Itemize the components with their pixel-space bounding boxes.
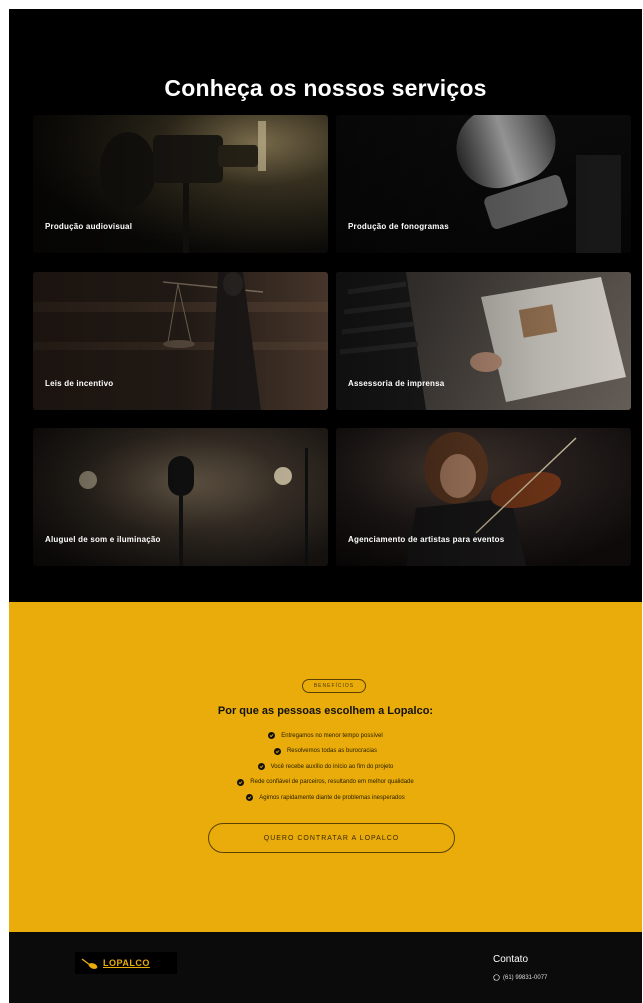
- benefits-badge: BENEFÍCIOS: [302, 679, 366, 693]
- service-card-audiovisual[interactable]: Produção audiovisual: [33, 115, 328, 253]
- service-card-leis-incentivo[interactable]: Leis de incentivo: [33, 272, 328, 410]
- check-circle-icon: [237, 778, 245, 786]
- list-item: Agimos rapidamente diante de problemas i…: [9, 790, 642, 806]
- guitar-logo-icon: [81, 958, 98, 969]
- footer: LOPALCO Contato (61) 99831-0077: [9, 932, 642, 1003]
- service-card-label: Agenciamento de artistas para eventos: [348, 535, 505, 544]
- benefit-text: Você recebe auxílio do início ao fim do …: [270, 763, 394, 770]
- service-card-label: Produção de fonogramas: [348, 222, 449, 231]
- benefit-text: Resolvemos todas as burocracias: [286, 748, 378, 755]
- benefit-text: Rede confiável de parceiros, resultando …: [250, 779, 414, 786]
- benefits-title: Por que as pessoas escolhem a Lopalco:: [217, 705, 434, 717]
- service-card-fonogramas[interactable]: Produção de fonogramas: [336, 115, 631, 253]
- list-item: Rede confiável de parceiros, resultando …: [9, 775, 642, 791]
- lopalco-logo[interactable]: LOPALCO: [75, 952, 177, 974]
- service-card-label: Assessoria de imprensa: [348, 379, 445, 388]
- service-card-label: Leis de incentivo: [45, 379, 114, 388]
- benefit-text: Agimos rapidamente diante de problemas i…: [259, 794, 405, 801]
- check-circle-icon: [273, 747, 281, 755]
- service-card-label: Aluguel de som e iluminação: [45, 535, 161, 544]
- benefit-text: Entregamos no menor tempo possível: [281, 732, 383, 739]
- list-item: Entregamos no menor tempo possível: [9, 728, 642, 744]
- services-title: Conheça os nossos serviços: [164, 75, 487, 101]
- services-section: Conheça os nossos serviços Produção audi…: [9, 9, 642, 602]
- check-circle-icon: [257, 763, 265, 771]
- list-item: Resolvemos todas as burocracias: [9, 744, 642, 760]
- service-card-agenciamento-artistas[interactable]: Agenciamento de artistas para eventos: [336, 428, 631, 566]
- service-card-aluguel-som[interactable]: Aluguel de som e iluminação: [33, 428, 328, 566]
- contact-title: Contato: [493, 954, 529, 965]
- benefits-section: BENEFÍCIOS Por que as pessoas escolhem a…: [9, 602, 642, 932]
- hire-lopalco-button[interactable]: QUERO CONTRATAR A LOPALCO: [208, 823, 455, 853]
- phone-number: (61) 99831-0077: [503, 974, 548, 981]
- service-card-label: Produção audiovisual: [45, 222, 133, 231]
- check-circle-icon: [246, 794, 254, 802]
- benefit-list: Entregamos no menor tempo possível Resol…: [9, 728, 642, 806]
- service-card-assessoria-imprensa[interactable]: Assessoria de imprensa: [336, 272, 631, 410]
- whatsapp-icon: [493, 974, 500, 981]
- check-circle-icon: [268, 732, 276, 740]
- logo-text: LOPALCO: [103, 958, 150, 968]
- list-item: Você recebe auxílio do início ao fim do …: [9, 759, 642, 775]
- phone-contact[interactable]: (61) 99831-0077: [493, 974, 547, 981]
